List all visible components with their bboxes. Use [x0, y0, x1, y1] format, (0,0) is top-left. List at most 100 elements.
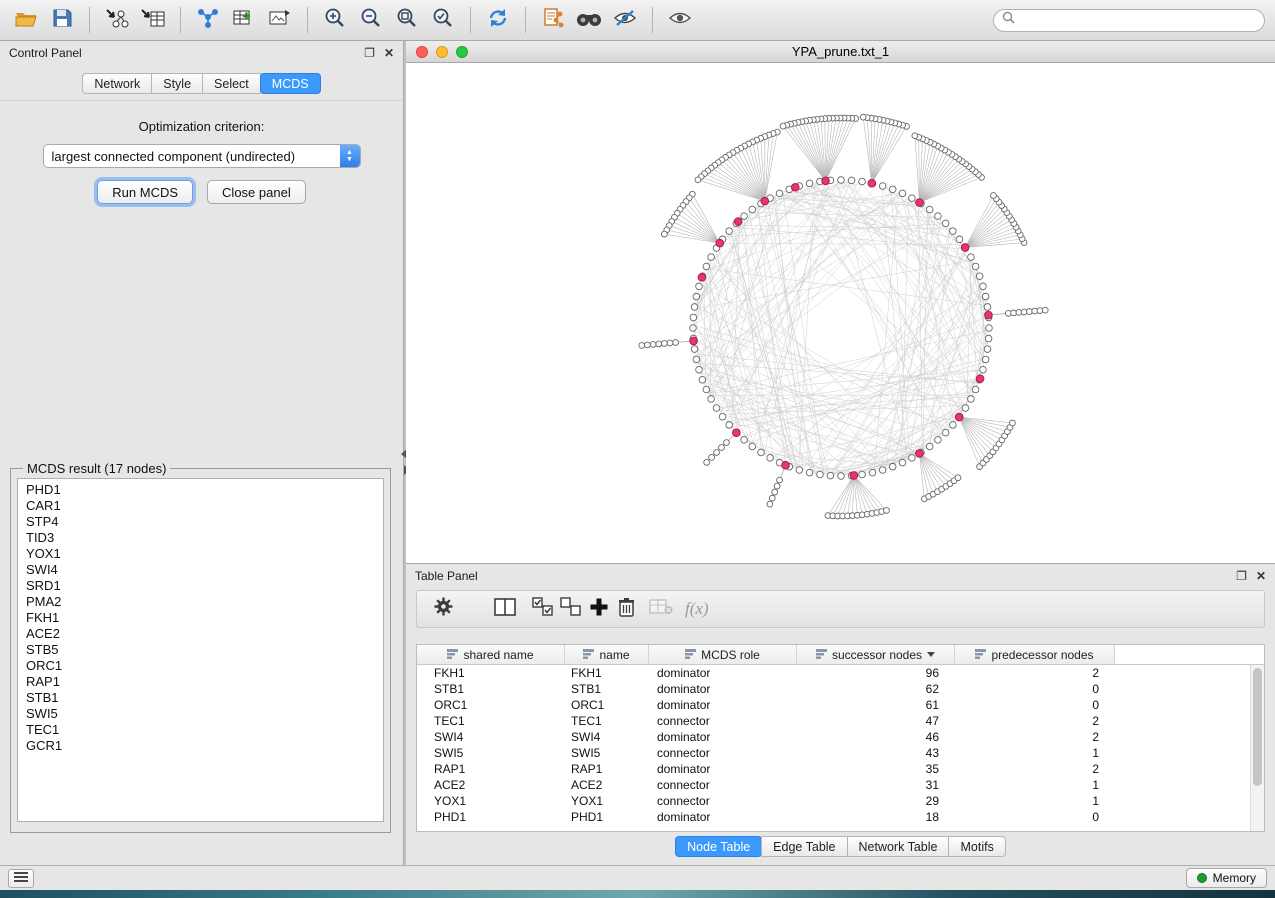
float-table-panel-icon[interactable]: ❐: [1236, 570, 1247, 582]
column-header-mcds-role[interactable]: MCDS role: [649, 645, 797, 664]
search-input[interactable]: [1020, 12, 1256, 28]
float-panel-icon[interactable]: ❐: [364, 47, 375, 59]
search-box[interactable]: [993, 9, 1265, 32]
table-row[interactable]: PHD1PHD1dominator180: [417, 809, 1250, 825]
new-network-icon: [195, 6, 221, 35]
tab-mcds[interactable]: MCDS: [260, 73, 321, 94]
table-row[interactable]: ACE2ACE2connector311: [417, 777, 1250, 793]
zoom-selected-button[interactable]: [427, 4, 459, 36]
table-row[interactable]: TEC1TEC1connector472: [417, 713, 1250, 729]
zoom-fit-button[interactable]: [391, 4, 423, 36]
search-network-button[interactable]: [573, 4, 605, 36]
zoom-out-button[interactable]: [355, 4, 387, 36]
table-scrollbar[interactable]: [1250, 665, 1264, 831]
table-cell: 29: [797, 794, 955, 808]
save-button[interactable]: [46, 4, 78, 36]
list-item[interactable]: TID3: [26, 530, 375, 546]
table-row[interactable]: RAP1RAP1dominator352: [417, 761, 1250, 777]
list-item[interactable]: TEC1: [26, 722, 375, 738]
copy-style-button[interactable]: [537, 4, 569, 36]
table-cell: PHD1: [417, 810, 565, 824]
table-panel: Table Panel ❐ ✕: [406, 563, 1275, 865]
create-column-button[interactable]: [585, 595, 613, 623]
list-item[interactable]: SRD1: [26, 578, 375, 594]
table-row[interactable]: SWI5SWI5connector431: [417, 745, 1250, 761]
export-image-button[interactable]: [264, 4, 296, 36]
table-cell: 1: [955, 746, 1115, 760]
deselect-all-columns-button[interactable]: [557, 595, 585, 623]
task-history-button[interactable]: [8, 869, 34, 888]
list-item[interactable]: SWI5: [26, 706, 375, 722]
toolbar-separator: [89, 7, 90, 33]
mcds-result-list[interactable]: PHD1CAR1STP4TID3YOX1SWI4SRD1PMA2FKH1ACE2…: [17, 478, 384, 822]
zoom-selected-icon: [431, 6, 455, 35]
table-row[interactable]: SWI4SWI4dominator462: [417, 729, 1250, 745]
table-cell: YOX1: [417, 794, 565, 808]
list-item[interactable]: SWI4: [26, 562, 375, 578]
zoom-in-button[interactable]: [319, 4, 351, 36]
list-item[interactable]: RAP1: [26, 674, 375, 690]
tab-network[interactable]: Network: [82, 73, 152, 94]
table-row[interactable]: ORC1ORC1dominator610: [417, 697, 1250, 713]
memory-button[interactable]: Memory: [1186, 868, 1267, 888]
import-network-icon: [104, 6, 130, 35]
column-header-filler: [1115, 645, 1264, 664]
import-table-button[interactable]: [137, 4, 169, 36]
list-item[interactable]: YOX1: [26, 546, 375, 562]
table-row[interactable]: STB1STB1dominator620: [417, 681, 1250, 697]
table-cell: 1: [955, 778, 1115, 792]
new-table-icon: [231, 6, 257, 35]
table-delete-icon: [649, 599, 673, 620]
network-canvas[interactable]: [406, 63, 1275, 563]
show-graphics-button[interactable]: [664, 4, 696, 36]
tab-edge-table[interactable]: Edge Table: [761, 836, 847, 857]
open-file-button[interactable]: [10, 4, 42, 36]
tab-network-table[interactable]: Network Table: [847, 836, 950, 857]
close-table-panel-icon[interactable]: ✕: [1256, 570, 1266, 582]
table-cell: dominator: [649, 682, 797, 696]
list-item[interactable]: ACE2: [26, 626, 375, 642]
column-header-name[interactable]: name: [565, 645, 649, 664]
delete-column-button[interactable]: [613, 595, 641, 623]
network-window-titlebar[interactable]: YPA_prune.txt_1: [406, 41, 1275, 63]
list-item[interactable]: PHD1: [26, 482, 375, 498]
list-item[interactable]: STB1: [26, 690, 375, 706]
list-item[interactable]: FKH1: [26, 610, 375, 626]
column-header-predecessor-nodes[interactable]: predecessor nodes: [955, 645, 1115, 664]
run-mcds-button[interactable]: Run MCDS: [97, 180, 193, 204]
criterion-dropdown[interactable]: largest connected component (undirected)…: [43, 144, 361, 168]
table-row[interactable]: YOX1YOX1connector291: [417, 793, 1250, 809]
checked-boxes-icon: [532, 597, 554, 622]
table-row[interactable]: FKH1FKH1dominator962: [417, 665, 1250, 681]
close-panel-icon[interactable]: ✕: [384, 47, 394, 59]
new-table-button[interactable]: [228, 4, 260, 36]
hamburger-icon: [14, 869, 28, 887]
refresh-button[interactable]: [482, 4, 514, 36]
desktop-background: [0, 890, 1275, 898]
list-item[interactable]: GCR1: [26, 738, 375, 754]
tab-node-table[interactable]: Node Table: [675, 836, 762, 857]
close-panel-button[interactable]: Close panel: [207, 180, 306, 204]
new-network-button[interactable]: [192, 4, 224, 36]
import-table-icon: [140, 6, 166, 35]
list-item[interactable]: STP4: [26, 514, 375, 530]
table-settings-button[interactable]: [429, 595, 457, 623]
column-header-shared-name[interactable]: shared name: [417, 645, 565, 664]
select-all-columns-button[interactable]: [529, 595, 557, 623]
tab-style[interactable]: Style: [151, 73, 203, 94]
show-column-button[interactable]: [491, 595, 519, 623]
scrollbar-thumb[interactable]: [1253, 668, 1262, 786]
tab-select[interactable]: Select: [202, 73, 261, 94]
import-network-button[interactable]: [101, 4, 133, 36]
list-item[interactable]: PMA2: [26, 594, 375, 610]
control-panel-title: Control Panel: [9, 46, 82, 60]
table-cell: connector: [649, 794, 797, 808]
column-header-successor-nodes[interactable]: successor nodes: [797, 645, 955, 664]
tab-motifs[interactable]: Motifs: [948, 836, 1005, 857]
list-item[interactable]: STB5: [26, 642, 375, 658]
function-builder-label: f(x): [685, 599, 709, 619]
hide-annotations-button[interactable]: [609, 4, 641, 36]
list-item[interactable]: ORC1: [26, 658, 375, 674]
mcds-result-title: MCDS result (17 nodes): [23, 461, 170, 476]
list-item[interactable]: CAR1: [26, 498, 375, 514]
